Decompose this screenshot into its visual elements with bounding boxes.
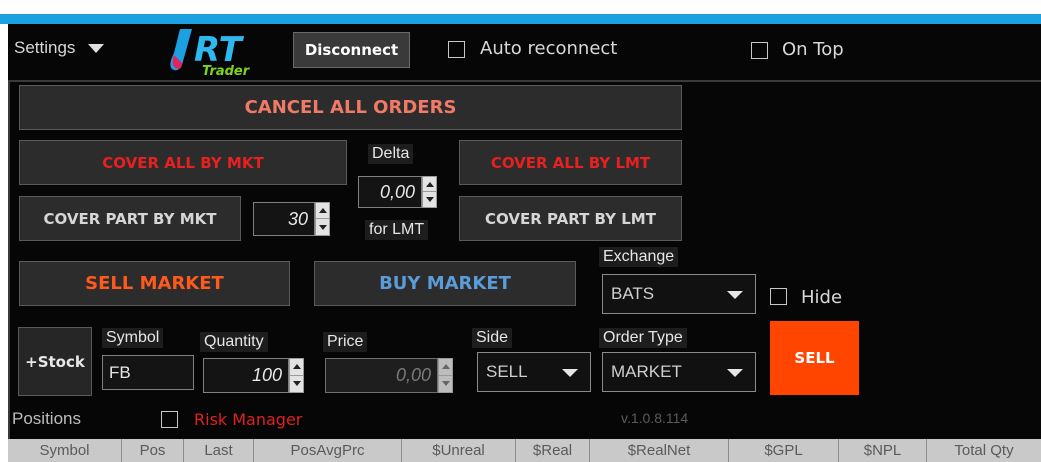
positions-table-header: Symbol Pos Last PosAvgPrc $Unreal $Real … (8, 439, 1041, 462)
side-value: SELL (486, 362, 528, 381)
version-label: v.1.0.8.114 (621, 410, 689, 426)
disconnect-button[interactable]: Disconnect (293, 32, 410, 68)
column-header[interactable]: Total Qty (927, 439, 1041, 462)
for-lmt-label: for LMT (365, 220, 429, 240)
stepper-down-icon[interactable] (290, 376, 303, 393)
column-header[interactable]: $GPL (729, 439, 839, 462)
buy-market-button[interactable]: BUY MARKET (314, 261, 576, 306)
stepper-down-icon[interactable] (423, 192, 436, 207)
column-header[interactable]: $Unreal (402, 439, 516, 462)
column-header[interactable]: Symbol (8, 439, 122, 462)
column-header[interactable]: Last (184, 439, 254, 462)
stepper-up-icon[interactable] (439, 359, 452, 376)
chevron-down-icon (727, 369, 743, 377)
order-type-label: Order Type (599, 328, 687, 348)
on-top-label: On Top (782, 39, 844, 60)
exchange-value: BATS (611, 284, 655, 303)
sell-market-button[interactable]: SELL MARKET (19, 261, 290, 306)
cover-part-quantity-stepper[interactable] (315, 202, 330, 236)
stepper-up-icon[interactable] (290, 359, 303, 376)
price-input[interactable]: 0,00 (325, 358, 438, 393)
side-select[interactable]: SELL (477, 352, 591, 392)
delta-stepper[interactable] (422, 176, 437, 208)
stepper-up-icon[interactable] (423, 177, 436, 192)
cover-part-by-mkt-button[interactable]: COVER PART BY MKT (19, 196, 241, 241)
settings-menu[interactable]: Settings (14, 38, 105, 58)
hide-checkbox[interactable] (770, 288, 787, 305)
exchange-select[interactable]: BATS (602, 274, 756, 314)
divider (8, 82, 10, 462)
submit-sell-button[interactable]: SELL (770, 321, 859, 395)
exchange-label: Exchange (599, 247, 679, 267)
chevron-down-icon (88, 44, 105, 54)
order-type-value: MARKET (611, 362, 682, 381)
cancel-all-orders-button[interactable]: CANCEL ALL ORDERS (19, 85, 682, 130)
cover-all-by-mkt-button[interactable]: COVER ALL BY MKT (19, 140, 347, 185)
stepper-down-icon[interactable] (316, 219, 329, 235)
chevron-down-icon (562, 369, 578, 377)
cover-part-by-lmt-button[interactable]: COVER PART BY LMT (459, 196, 682, 241)
settings-label: Settings (14, 38, 76, 57)
cover-all-by-lmt-button[interactable]: COVER ALL BY LMT (459, 140, 682, 185)
risk-manager-checkbox[interactable] (161, 411, 178, 428)
delta-label: Delta (368, 144, 414, 164)
stepper-down-icon[interactable] (439, 376, 452, 393)
logo-icon: RT Trader (170, 29, 251, 79)
column-header[interactable]: PosAvgPrc (254, 439, 402, 462)
svg-text:Trader: Trader (202, 64, 251, 77)
rt-trader-logo: RT Trader (168, 25, 276, 79)
column-header[interactable]: $NPL (839, 439, 927, 462)
auto-reconnect-checkbox[interactable] (448, 41, 465, 58)
quantity-label: Quantity (200, 332, 268, 352)
symbol-input[interactable]: FB (102, 355, 194, 390)
column-header[interactable]: $Real (516, 439, 590, 462)
order-type-select[interactable]: MARKET (602, 352, 756, 392)
title-accent-bar (0, 14, 1041, 24)
rt-trader-app: Settings RT Trader Disconnect Auto recon… (0, 0, 1041, 462)
quantity-stepper[interactable] (289, 358, 304, 393)
add-stock-button[interactable]: +Stock (18, 327, 92, 396)
column-header[interactable]: $RealNet (590, 439, 729, 462)
divider (8, 80, 1041, 82)
cover-part-quantity-input[interactable]: 30 (253, 202, 315, 236)
chevron-down-icon (727, 291, 743, 299)
delta-input[interactable]: 0,00 (358, 176, 422, 208)
price-label: Price (323, 332, 368, 352)
symbol-label: Symbol (102, 328, 164, 348)
quantity-input[interactable]: 100 (203, 358, 289, 393)
hide-label: Hide (801, 287, 843, 308)
positions-label: Positions (12, 409, 81, 428)
risk-manager-label: Risk Manager (194, 410, 303, 429)
price-stepper[interactable] (438, 358, 453, 393)
auto-reconnect-label: Auto reconnect (480, 38, 618, 59)
column-header[interactable]: Pos (122, 439, 184, 462)
on-top-checkbox[interactable] (751, 42, 768, 59)
side-label: Side (472, 328, 513, 348)
main-window: Settings RT Trader Disconnect Auto recon… (8, 24, 1041, 462)
stepper-up-icon[interactable] (316, 203, 329, 219)
